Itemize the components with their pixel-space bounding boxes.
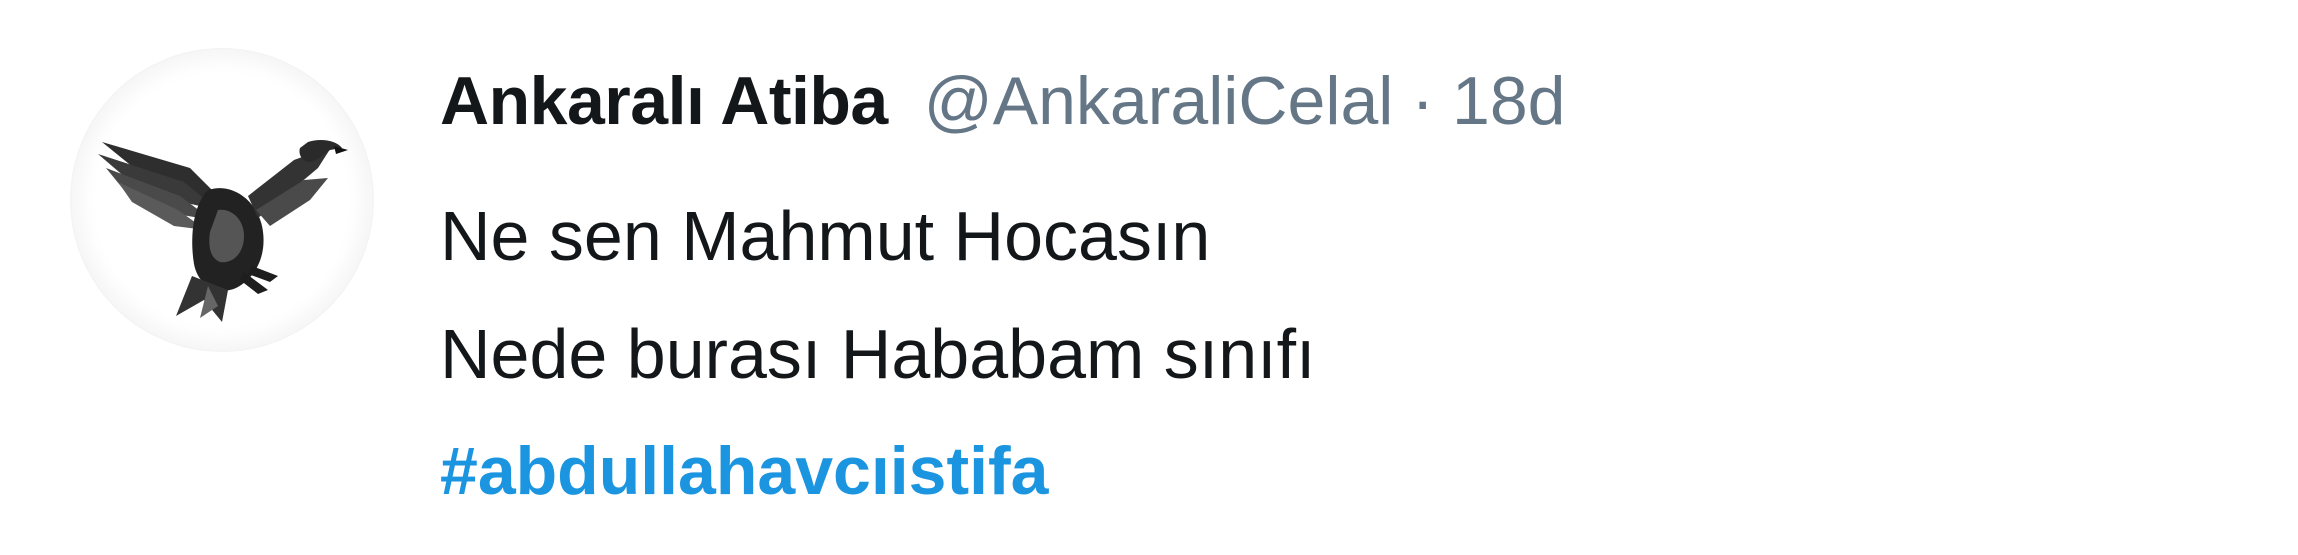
eagle-icon xyxy=(98,140,348,322)
tweet[interactable]: Ankaralı Atiba @AnkaraliCelal · 18d Ne s… xyxy=(0,0,2298,555)
display-name[interactable]: Ankaralı Atiba xyxy=(440,62,888,140)
hashtag-link[interactable]: #abdullahavcıistifa xyxy=(440,432,1048,510)
avatar[interactable] xyxy=(72,50,372,350)
tweet-header: Ankaralı Atiba @AnkaraliCelal · 18d xyxy=(440,62,1566,162)
tweet-text-line: Nede burası Hababam sınıfı xyxy=(440,315,1316,393)
user-handle[interactable]: @AnkaraliCelal xyxy=(924,62,1394,140)
separator-dot: · xyxy=(1411,63,1435,139)
tweet-timestamp[interactable]: 18d xyxy=(1452,62,1565,140)
tweet-text-line: Ne sen Mahmut Hocasın xyxy=(440,197,1211,275)
